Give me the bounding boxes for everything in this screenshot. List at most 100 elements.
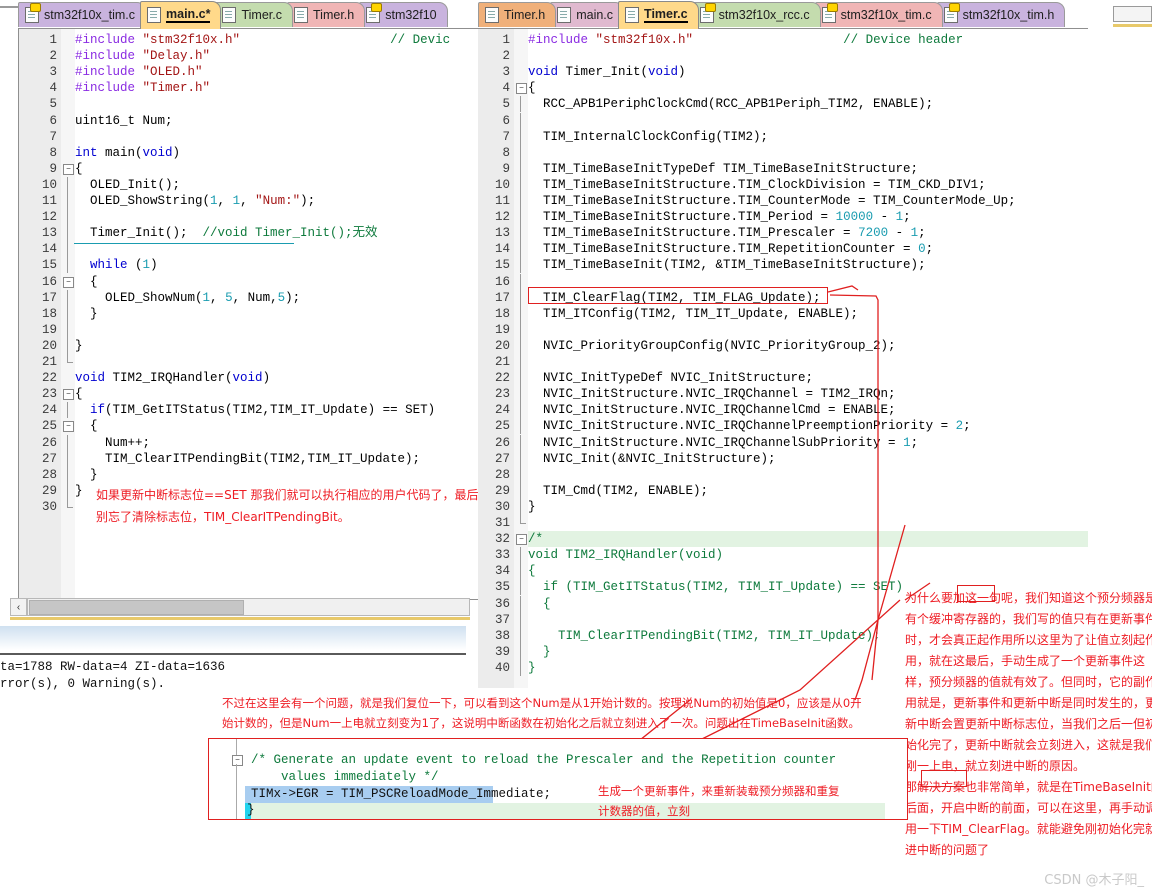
code-line[interactable]: /*	[528, 531, 543, 547]
left-hscrollbar[interactable]: ‹	[10, 598, 470, 618]
bottom-code-snippet[interactable]: − /* Generate an update event to reload …	[209, 739, 907, 819]
code-line[interactable]: {	[75, 418, 98, 434]
left-fold-column[interactable]	[61, 29, 75, 599]
snippet-fold-column[interactable]: −	[231, 739, 245, 819]
code-line[interactable]: NVIC_InitStructure.NVIC_IRQChannelSubPri…	[528, 435, 918, 451]
code-line[interactable]: while (1)	[75, 257, 158, 273]
fold-collapse-box[interactable]: −	[63, 163, 74, 175]
code-line[interactable]: TIM_TimeBaseInitTypeDef TIM_TimeBaseInit…	[528, 161, 918, 177]
code-line[interactable]: #include "Delay.h"	[75, 48, 210, 64]
code-line[interactable]: RCC_APB1PeriphClockCmd(RCC_APB1Periph_TI…	[528, 96, 933, 112]
right-fold-column[interactable]	[514, 29, 528, 688]
code-line[interactable]: TIM_TimeBaseInit(TIM2, &TIM_TimeBaseInit…	[528, 257, 926, 273]
code-line[interactable]: if(TIM_GetITStatus(TIM2,TIM_IT_Update) =…	[75, 402, 435, 418]
code-line[interactable]: NVIC_InitStructure.NVIC_IRQChannelCmd = …	[528, 402, 896, 418]
code-line[interactable]: }	[75, 338, 83, 354]
left-hscroll-thumb[interactable]	[29, 600, 244, 615]
tab-stm32f10x-tim-c[interactable]: stm32f10x_tim.c	[18, 2, 147, 27]
code-line[interactable]: uint16_t Num;	[75, 113, 173, 129]
build-output-separator	[0, 653, 466, 655]
code-line[interactable]: int main(void)	[75, 145, 180, 161]
code-line[interactable]: TIM_ITConfig(TIM2, TIM_IT_Update, ENABLE…	[528, 306, 858, 322]
left-scroll-left-button[interactable]: ‹	[10, 598, 27, 616]
left-editor-tabbar[interactable]: stm32f10x_tim.c main.c* Timer.c Timer.h stm3…	[18, 0, 480, 29]
code-line[interactable]: void TIM2_IRQHandler(void)	[75, 370, 270, 386]
code-line[interactable]: #include "Timer.h"	[75, 80, 210, 96]
code-line[interactable]: {	[75, 386, 83, 402]
code-line[interactable]: NVIC_InitStructure.NVIC_IRQChannel = TIM…	[528, 386, 896, 402]
tab-stm32f10x-tim-c[interactable]: stm32f10x_tim.c	[814, 2, 943, 27]
code-line[interactable]: }	[528, 644, 551, 660]
code-line[interactable]: NVIC_InitTypeDef NVIC_InitStructure;	[528, 370, 813, 386]
tab-timer-c[interactable]: Timer.c	[618, 0, 699, 29]
fold-collapse-box[interactable]: −	[516, 534, 527, 546]
left-hscroll-track[interactable]	[27, 598, 470, 616]
fold-guide	[67, 450, 68, 467]
code-line[interactable]: TIM_TimeBaseInitStructure.TIM_Prescaler …	[528, 225, 926, 241]
code-token: 1	[895, 210, 904, 225]
code-line[interactable]: }	[75, 306, 98, 322]
snippet-fold-marker[interactable]: −	[232, 755, 243, 766]
code-token: Timer_Init();	[75, 226, 203, 241]
top-right-scroll-stub[interactable]	[1113, 6, 1152, 22]
code-token: );	[285, 290, 301, 305]
tab-stm32f10x-tim-h[interactable]: stm32f10x_tim.h	[936, 2, 1066, 27]
code-token: {	[75, 161, 83, 176]
code-line[interactable]: NVIC_Init(&NVIC_InitStructure);	[528, 451, 776, 467]
tab-timer-h[interactable]: Timer.h	[287, 2, 366, 27]
code-line[interactable]: OLED_ShowNum(1, 5, Num,5);	[75, 290, 300, 306]
code-line[interactable]: #include "OLED.h"	[75, 64, 203, 80]
line-number: 8	[49, 145, 57, 160]
fold-collapse-box[interactable]: −	[63, 389, 74, 401]
code-line[interactable]: NVIC_PriorityGroupConfig(NVIC_PriorityGr…	[528, 338, 896, 354]
code-line[interactable]: TIM_TimeBaseInitStructure.TIM_Repetition…	[528, 241, 933, 257]
line-number: 11	[494, 194, 510, 208]
code-line[interactable]: TIM_Cmd(TIM2, ENABLE);	[528, 483, 708, 499]
code-line[interactable]: NVIC_InitStructure.NVIC_IRQChannelPreemp…	[528, 418, 971, 434]
code-token: uint16_t Num;	[75, 113, 173, 128]
code-line[interactable]: void Timer_Init(void)	[528, 64, 686, 80]
code-token: {	[528, 81, 536, 96]
tab-main-c[interactable]: main.c	[550, 2, 625, 27]
code-line[interactable]: TIM_TimeBaseInitStructure.TIM_Period = 1…	[528, 209, 911, 225]
code-line[interactable]: if (TIM_GetITStatus(TIM2, TIM_IT_Update)…	[528, 579, 903, 595]
code-line[interactable]: {	[528, 563, 536, 579]
code-line[interactable]: {	[75, 274, 98, 290]
code-line[interactable]: Num++;	[75, 435, 150, 451]
code-line[interactable]: {	[528, 596, 551, 612]
right-editor-tabbar[interactable]: Timer.h main.c Timer.c stm32f10x_rcc.c stm32…	[478, 0, 1152, 29]
code-token: ,	[240, 194, 256, 208]
code-line[interactable]: {	[75, 161, 83, 177]
code-line[interactable]: #include "stm32f10x.h" // Device header	[528, 32, 963, 48]
code-line[interactable]: {	[528, 80, 536, 96]
code-line[interactable]: #include "stm32f10x.h" // Devic	[75, 32, 450, 48]
fold-collapse-box[interactable]: −	[516, 83, 527, 95]
fold-collapse-box[interactable]: −	[63, 276, 74, 288]
tab-stm32f10[interactable]: stm32f10	[359, 2, 448, 27]
code-line[interactable]: TIM_InternalClockConfig(TIM2);	[528, 129, 768, 145]
build-output-gradient-bar	[0, 626, 466, 650]
code-line[interactable]: }	[528, 499, 536, 515]
code-line[interactable]: }	[528, 660, 536, 676]
code-line[interactable]: void TIM2_IRQHandler(void)	[528, 547, 723, 563]
code-line[interactable]: }	[75, 483, 83, 499]
code-line[interactable]: OLED_ShowString(1, 1, "Num:");	[75, 193, 315, 209]
tab-stm32f10x-rcc-c[interactable]: stm32f10x_rcc.c	[692, 2, 821, 27]
code-line[interactable]: TIM_ClearITPendingBit(TIM2,TIM_IT_Update…	[75, 451, 420, 467]
code-line[interactable]: }	[75, 467, 98, 483]
fold-guide	[67, 434, 68, 451]
line-number: 7	[49, 129, 57, 144]
code-line-highlight	[528, 531, 1088, 548]
fold-collapse-box[interactable]: −	[63, 421, 74, 433]
code-token: 1	[142, 258, 151, 273]
code-line[interactable]: OLED_Init();	[75, 177, 180, 193]
tab-timer-c[interactable]: Timer.c	[215, 2, 293, 27]
code-line[interactable]: Timer_Init(); //void Timer_Init();无效	[75, 225, 378, 241]
fold-guide	[67, 176, 68, 193]
code-line[interactable]: TIM_TimeBaseInitStructure.TIM_CounterMod…	[528, 193, 1016, 209]
snippet-inline-note-2: 计数器的值，立刻	[598, 804, 690, 818]
tab-main-c-[interactable]: main.c*	[140, 0, 222, 29]
code-line[interactable]: TIM_ClearITPendingBit(TIM2, TIM_IT_Updat…	[528, 628, 881, 644]
tab-timer-h[interactable]: Timer.h	[478, 2, 557, 27]
code-line[interactable]: TIM_TimeBaseInitStructure.TIM_ClockDivis…	[528, 177, 986, 193]
